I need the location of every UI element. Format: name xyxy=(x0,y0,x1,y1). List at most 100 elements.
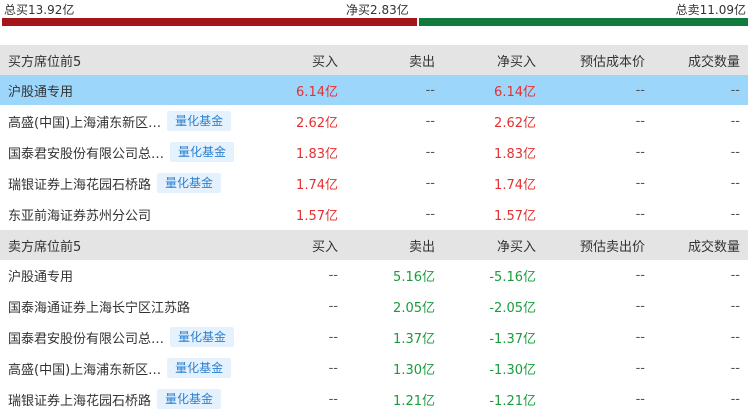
column-header: 成交数量 xyxy=(650,44,748,75)
sell-amount: -- xyxy=(344,105,440,137)
sell-amount: 1.30亿 xyxy=(344,352,440,384)
seat-name-wrap: 瑞银证券上海花园石桥路 量化基金 xyxy=(8,173,258,193)
trade-volume: -- xyxy=(650,352,748,384)
buy-header-row: 买方席位前5 买入 卖出 净买入 预估成本价 成交数量 xyxy=(0,44,748,75)
estimated-price: -- xyxy=(540,105,650,137)
sell-amount: 1.21亿 xyxy=(344,383,440,415)
net-buy-amount: 1.83亿 xyxy=(440,136,540,168)
column-header: 买入 xyxy=(258,44,344,75)
buy-seat-row[interactable]: 沪股通专用 6.14亿 -- 6.14亿 -- -- xyxy=(0,75,748,106)
quant-fund-badge[interactable]: 量化基金 xyxy=(167,358,232,378)
seat-name[interactable]: 高盛(中国)上海浦东新区… xyxy=(8,359,161,378)
column-header: 预估成本价 xyxy=(540,44,650,75)
estimated-price: -- xyxy=(540,136,650,168)
estimated-price: -- xyxy=(540,198,650,230)
sell-amount: 5.16亿 xyxy=(344,260,440,291)
seat-name[interactable]: 沪股通专用 xyxy=(8,266,73,285)
buy-sell-summary: 总买13.92亿 净买2.83亿 总卖11.09亿 xyxy=(0,0,748,28)
sell-amount: -- xyxy=(344,198,440,230)
seat-name[interactable]: 东亚前海证券苏州分公司 xyxy=(8,205,151,224)
seat-name-cell: 沪股通专用 xyxy=(0,75,258,106)
seat-name-wrap: 国泰君安股份有限公司总… 量化基金 xyxy=(8,327,258,347)
column-header: 预估卖出价 xyxy=(540,229,650,260)
seat-name[interactable]: 沪股通专用 xyxy=(8,81,73,100)
seat-name[interactable]: 瑞银证券上海花园石桥路 xyxy=(8,390,151,409)
estimated-price: -- xyxy=(540,167,650,199)
seat-name-wrap: 高盛(中国)上海浦东新区… 量化基金 xyxy=(8,111,258,131)
estimated-price: -- xyxy=(540,321,650,353)
sell-seat-row[interactable]: 沪股通专用 -- 5.16亿 -5.16亿 -- -- xyxy=(0,260,748,291)
net-buy-amount: -1.30亿 xyxy=(440,352,540,384)
sell-ratio-bar xyxy=(419,18,748,26)
net-buy-amount: 2.62亿 xyxy=(440,105,540,137)
seat-name-cell: 瑞银证券上海花园石桥路 量化基金 xyxy=(0,167,258,199)
seat-name-wrap: 沪股通专用 xyxy=(8,266,258,285)
buy-seat-row[interactable]: 瑞银证券上海花园石桥路 量化基金 1.74亿 -- 1.74亿 -- -- xyxy=(0,167,748,199)
sell-seat-row[interactable]: 国泰君安股份有限公司总… 量化基金 -- 1.37亿 -1.37亿 -- -- xyxy=(0,321,748,353)
buy-amount: -- xyxy=(258,321,344,353)
sell-header-row: 卖方席位前5 买入 卖出 净买入 预估卖出价 成交数量 xyxy=(0,229,748,260)
quant-fund-badge[interactable]: 量化基金 xyxy=(170,327,235,347)
estimated-price: -- xyxy=(540,290,650,322)
sell-seat-row[interactable]: 高盛(中国)上海浦东新区… 量化基金 -- 1.30亿 -1.30亿 -- -- xyxy=(0,352,748,384)
net-buy-amount: 6.14亿 xyxy=(440,75,540,106)
net-buy-amount: -5.16亿 xyxy=(440,260,540,291)
sell-seat-row[interactable]: 国泰海通证券上海长宁区江苏路 -- 2.05亿 -2.05亿 -- -- xyxy=(0,290,748,322)
seat-name-wrap: 沪股通专用 xyxy=(8,81,258,100)
seat-name-wrap: 瑞银证券上海花园石桥路 量化基金 xyxy=(8,389,258,409)
net-buy-amount: -2.05亿 xyxy=(440,290,540,322)
total-sell-label: 总卖11.09亿 xyxy=(675,3,746,17)
seat-name-wrap: 国泰海通证券上海长宁区江苏路 xyxy=(8,297,258,316)
sell-amount: -- xyxy=(344,75,440,106)
seat-name[interactable]: 国泰海通证券上海长宁区江苏路 xyxy=(8,297,190,316)
column-header: 净买入 xyxy=(440,44,540,75)
buy-amount: 2.62亿 xyxy=(258,105,344,137)
seat-name-cell: 瑞银证券上海花园石桥路 量化基金 xyxy=(0,383,258,415)
seat-name[interactable]: 国泰君安股份有限公司总… xyxy=(8,143,164,162)
trade-volume: -- xyxy=(650,105,748,137)
net-buy-amount: -1.21亿 xyxy=(440,383,540,415)
trade-volume: -- xyxy=(650,260,748,291)
buy-amount: 1.74亿 xyxy=(258,167,344,199)
seat-name-cell: 国泰君安股份有限公司总… 量化基金 xyxy=(0,321,258,353)
buy-seat-row[interactable]: 东亚前海证券苏州分公司 1.57亿 -- 1.57亿 -- -- xyxy=(0,198,748,230)
buy-seat-row[interactable]: 国泰君安股份有限公司总… 量化基金 1.83亿 -- 1.83亿 -- -- xyxy=(0,136,748,168)
trade-volume: -- xyxy=(650,321,748,353)
net-buy-amount: -1.37亿 xyxy=(440,321,540,353)
sell-seat-row[interactable]: 瑞银证券上海花园石桥路 量化基金 -- 1.21亿 -1.21亿 -- -- xyxy=(0,383,748,415)
estimated-price: -- xyxy=(540,75,650,106)
seat-name-wrap: 高盛(中国)上海浦东新区… 量化基金 xyxy=(8,358,258,378)
buy-amount: -- xyxy=(258,260,344,291)
buy-amount: 6.14亿 xyxy=(258,75,344,106)
quant-fund-badge[interactable]: 量化基金 xyxy=(170,142,235,162)
seat-name-cell: 高盛(中国)上海浦东新区… 量化基金 xyxy=(0,352,258,384)
net-buy-label: 净买2.83亿 xyxy=(346,3,409,17)
column-header: 净买入 xyxy=(440,229,540,260)
seat-name-wrap: 国泰君安股份有限公司总… 量化基金 xyxy=(8,142,258,162)
column-header: 成交数量 xyxy=(650,229,748,260)
seat-table: 买方席位前5 买入 卖出 净买入 预估成本价 成交数量 沪股通专用 6.14亿 -- 6.14亿 -… xyxy=(0,44,748,415)
net-buy-amount: 1.57亿 xyxy=(440,198,540,230)
seat-name-cell: 国泰海通证券上海长宁区江苏路 xyxy=(0,290,258,322)
buy-amount: 1.83亿 xyxy=(258,136,344,168)
buy-seat-row[interactable]: 高盛(中国)上海浦东新区… 量化基金 2.62亿 -- 2.62亿 -- -- xyxy=(0,105,748,137)
sell-amount: 2.05亿 xyxy=(344,290,440,322)
estimated-price: -- xyxy=(540,383,650,415)
estimated-price: -- xyxy=(540,260,650,291)
trade-volume: -- xyxy=(650,383,748,415)
trade-volume: -- xyxy=(650,290,748,322)
seat-name[interactable]: 瑞银证券上海花园石桥路 xyxy=(8,174,151,193)
seat-name-cell: 东亚前海证券苏州分公司 xyxy=(0,198,258,230)
trade-volume: -- xyxy=(650,198,748,230)
trade-volume: -- xyxy=(650,136,748,168)
seat-name-cell: 沪股通专用 xyxy=(0,260,258,291)
seat-name[interactable]: 国泰君安股份有限公司总… xyxy=(8,328,164,347)
seat-name-cell: 高盛(中国)上海浦东新区… 量化基金 xyxy=(0,105,258,137)
quant-fund-badge[interactable]: 量化基金 xyxy=(167,111,232,131)
seat-name[interactable]: 高盛(中国)上海浦东新区… xyxy=(8,112,161,131)
net-buy-amount: 1.74亿 xyxy=(440,167,540,199)
quant-fund-badge[interactable]: 量化基金 xyxy=(157,389,222,409)
buy-amount: -- xyxy=(258,352,344,384)
quant-fund-badge[interactable]: 量化基金 xyxy=(157,173,222,193)
column-header: 买入 xyxy=(258,229,344,260)
